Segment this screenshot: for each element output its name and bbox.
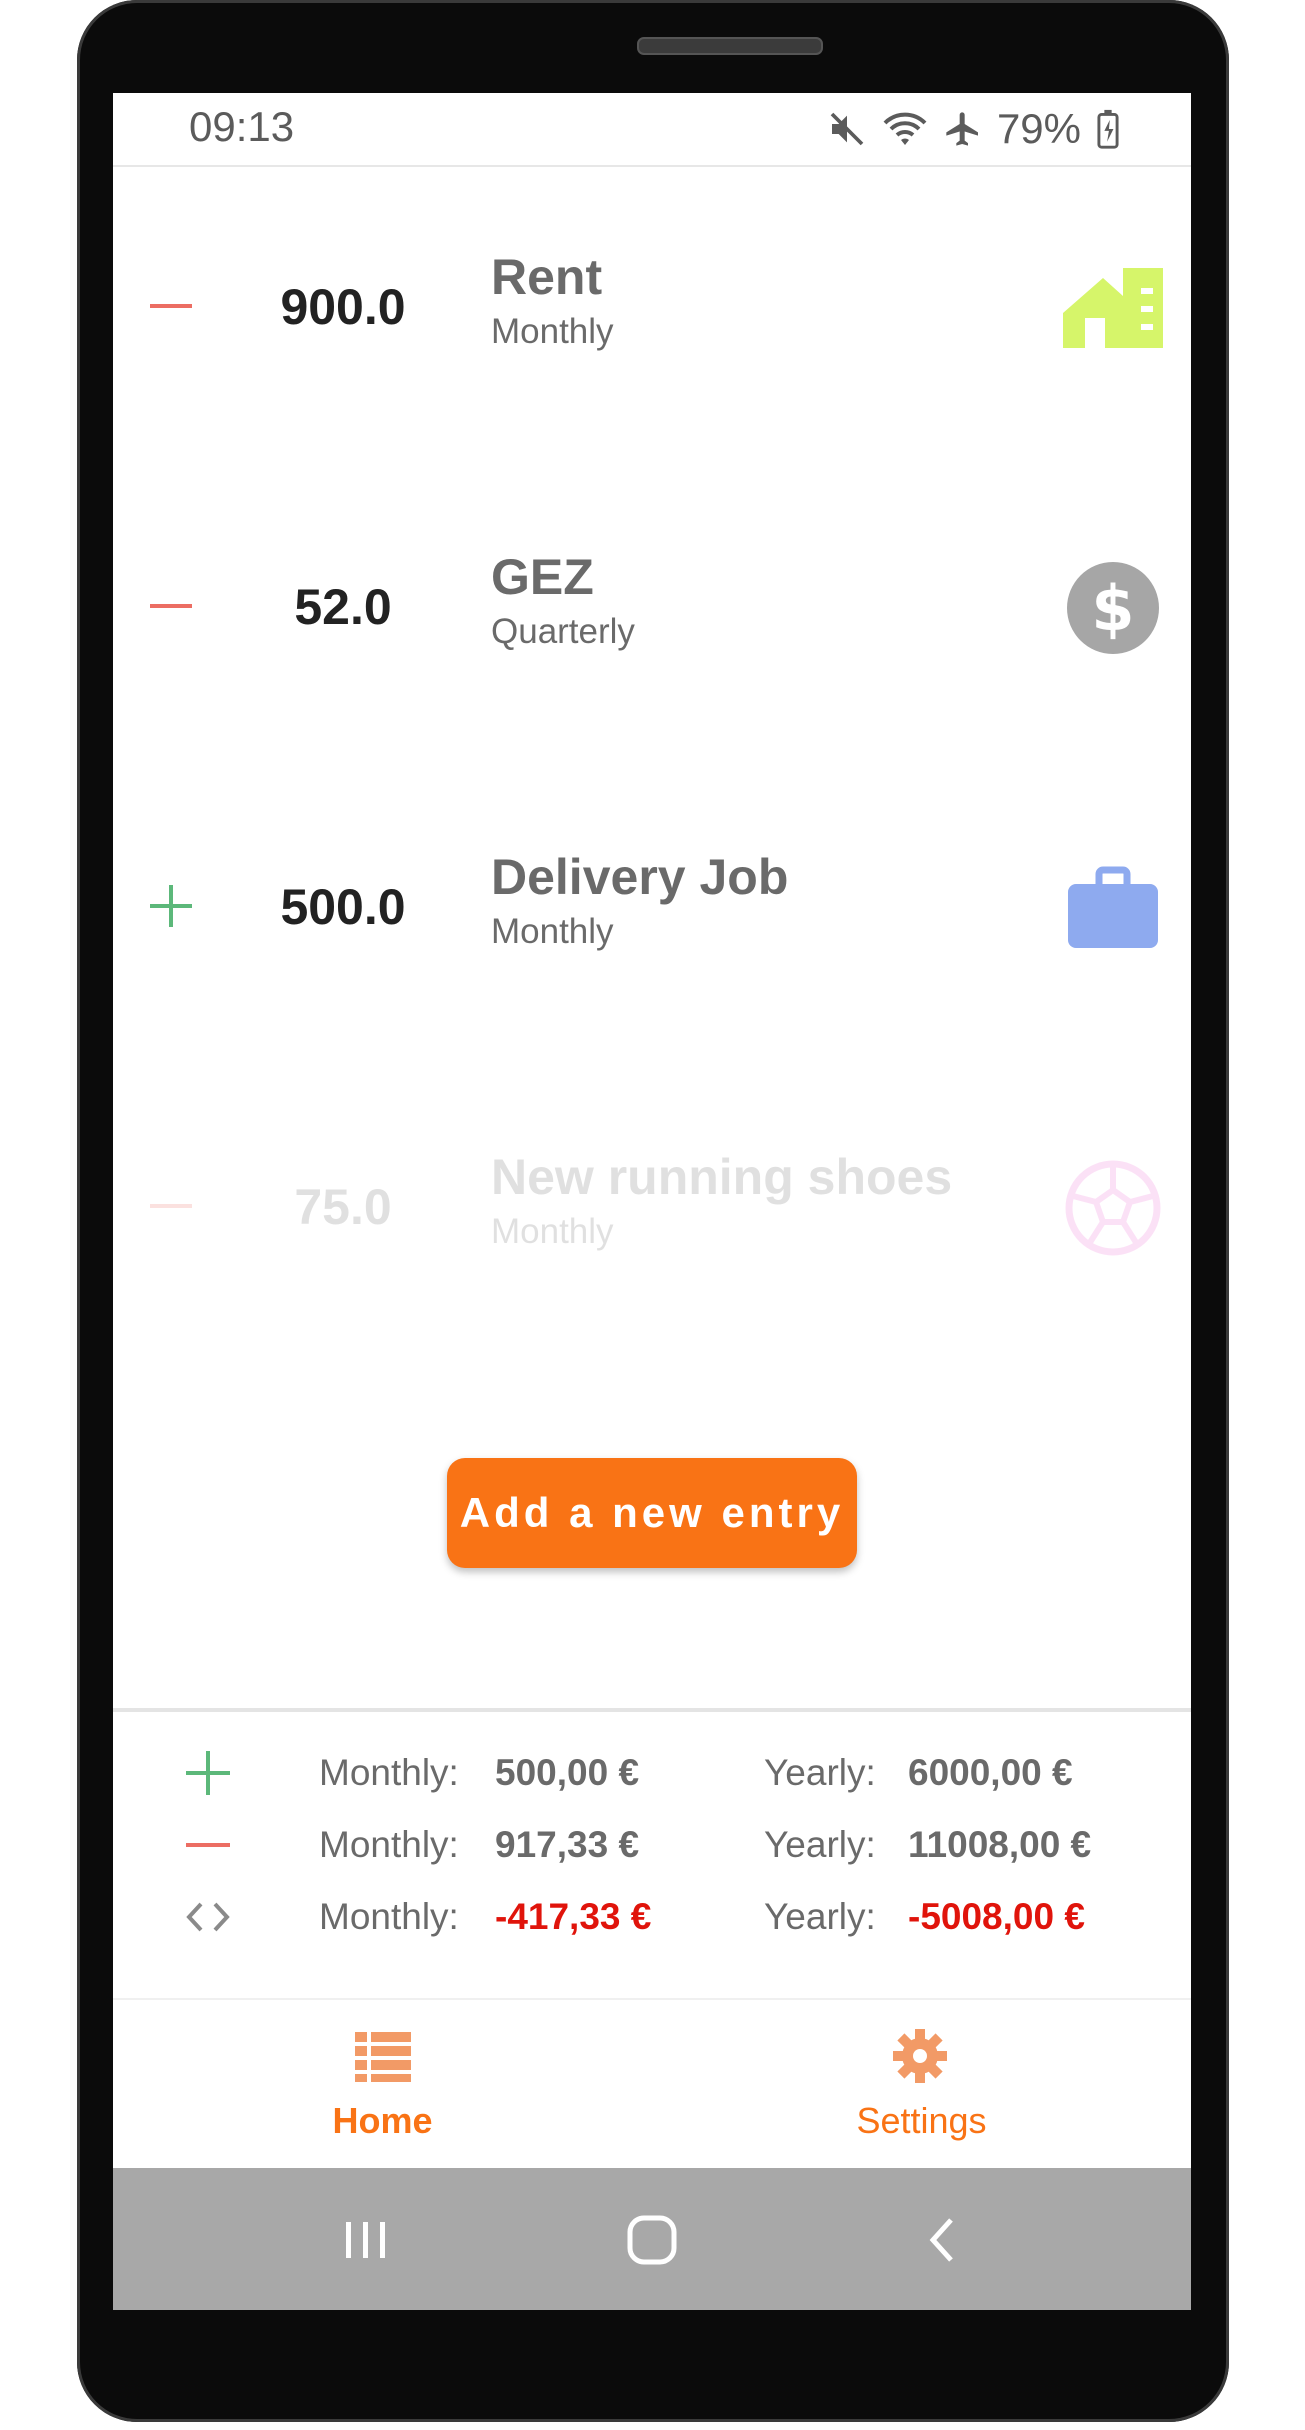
entry-title: Rent (491, 249, 603, 305)
status-bar: 09:13 79% (113, 93, 1191, 167)
entry-frequency: Monthly (491, 1212, 614, 1251)
back-icon[interactable] (913, 2210, 973, 2270)
monthly-income-value: 500,00 € (495, 1752, 640, 1793)
entry-title: New running shoes (491, 1149, 953, 1205)
airplane-icon (946, 112, 978, 146)
monthly-label: Monthly: (319, 1752, 459, 1793)
minus-icon (150, 304, 192, 308)
summary-income-row: Monthly: 500,00 € Yearly: 6000,00 € (113, 1742, 1191, 1802)
plus-icon (150, 885, 192, 927)
house-icon (1063, 268, 1163, 348)
summary-panel: Monthly: 500,00 € Yearly: 6000,00 € Mont… (113, 1708, 1191, 2002)
entry-row[interactable]: 900.0 Rent Monthly (113, 208, 1191, 408)
monthly-balance-value: -417,33 € (495, 1896, 652, 1937)
minus-icon (150, 604, 192, 608)
ball-icon (1065, 1160, 1161, 1256)
minus-icon (150, 1204, 192, 1208)
dollar-icon: $ (1067, 562, 1159, 654)
entry-amount: 75.0 (294, 1179, 392, 1235)
home-icon[interactable] (622, 2210, 682, 2270)
mute-icon (830, 112, 864, 146)
yearly-balance-value: -5008,00 € (908, 1896, 1085, 1937)
svg-text:$: $ (1091, 572, 1134, 645)
recent-apps-icon[interactable] (336, 2210, 396, 2270)
yearly-label: Yearly: (764, 1896, 876, 1937)
battery-icon (1097, 109, 1119, 149)
battery-percent: 79% (996, 105, 1081, 152)
wifi-icon (883, 112, 927, 145)
app-screen: 09:13 79% 900.0 Rent Monthly 52.0 GEZ Qu… (113, 93, 1191, 2310)
minus-icon (186, 1843, 230, 1847)
monthly-expense-value: 917,33 € (495, 1824, 640, 1865)
entry-frequency: Monthly (491, 312, 614, 351)
gear-icon (893, 2029, 947, 2083)
entry-row[interactable]: 75.0 New running shoes Monthly (113, 1108, 1191, 1308)
yearly-income-value: 6000,00 € (908, 1752, 1073, 1793)
entry-title: Delivery Job (491, 849, 789, 905)
entry-amount: 900.0 (280, 279, 406, 335)
nav-home-label: Home (332, 2100, 433, 2141)
status-time: 09:13 (189, 103, 295, 150)
entry-frequency: Monthly (491, 912, 614, 951)
yearly-label: Yearly: (764, 1824, 876, 1865)
summary-balance-row: Monthly: -417,33 € Yearly: -5008,00 € (113, 1886, 1191, 1946)
nav-settings-label: Settings (856, 2100, 987, 2141)
plus-icon (186, 1751, 230, 1795)
summary-expense-row: Monthly: 917,33 € Yearly: 11008,00 € (113, 1814, 1191, 1874)
yearly-label: Yearly: (764, 1752, 876, 1793)
nav-settings[interactable]: Settings (652, 2000, 1191, 2170)
entry-row[interactable]: 500.0 Delivery Job Monthly (113, 808, 1191, 1008)
briefcase-icon (1068, 866, 1158, 948)
bottom-navigation: Home Settings (113, 1998, 1191, 2170)
entry-frequency: Quarterly (491, 612, 635, 651)
nav-home[interactable]: Home (113, 2000, 652, 2170)
code-brackets-icon (186, 1902, 230, 1932)
entry-amount: 52.0 (294, 579, 392, 635)
phone-speaker (637, 37, 823, 55)
entry-row[interactable]: 52.0 GEZ Quarterly $ (113, 508, 1191, 708)
status-icons: 79% (827, 103, 1121, 155)
add-entry-button[interactable]: Add a new entry (447, 1458, 857, 1568)
entry-title: GEZ (491, 549, 594, 605)
entry-amount: 500.0 (280, 879, 406, 935)
monthly-label: Monthly: (319, 1824, 459, 1865)
system-navigation-bar (113, 2168, 1191, 2310)
yearly-expense-value: 11008,00 € (908, 1824, 1092, 1865)
monthly-label: Monthly: (319, 1896, 459, 1937)
list-icon (355, 2032, 411, 2082)
